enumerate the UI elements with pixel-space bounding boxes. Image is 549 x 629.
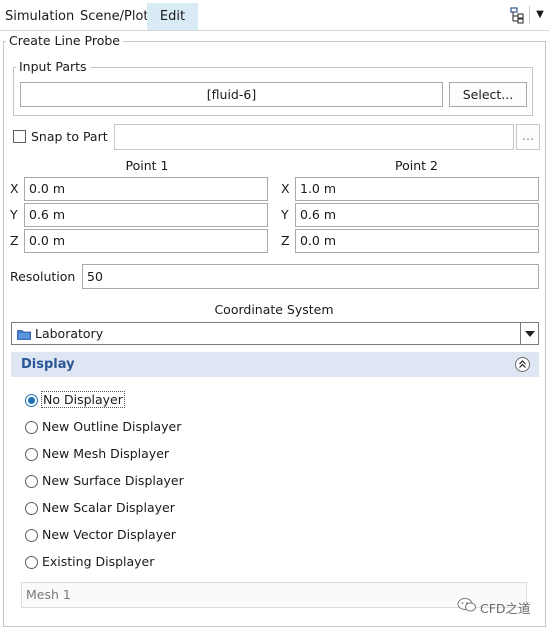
folder-icon [17, 328, 31, 340]
display-section-header[interactable]: Display [11, 352, 539, 377]
input-parts-field[interactable]: [fluid-6] [20, 82, 443, 107]
coordinate-system-label: Coordinate System [214, 302, 334, 317]
resolution-label: Resolution [10, 269, 76, 284]
radio-new-surface-displayer-label[interactable]: New Surface Displayer [42, 473, 184, 488]
point1-z-label: Z [10, 233, 19, 248]
point2-title: Point 2 [395, 158, 438, 173]
radio-new-mesh-displayer[interactable] [25, 448, 38, 461]
snap-to-part-label: Snap to Part [31, 129, 108, 144]
snap-browse-button[interactable]: ... [516, 124, 540, 150]
point2-y-field[interactable]: 0.6 m [295, 203, 539, 227]
coordinate-system-dropdown[interactable]: Laboratory [11, 322, 539, 345]
point1-z-field[interactable]: 0.0 m [24, 229, 268, 253]
point1-y-field[interactable]: 0.6 m [24, 203, 268, 227]
radio-new-scalar-displayer-label[interactable]: New Scalar Displayer [42, 500, 175, 515]
chevron-down-icon [525, 331, 535, 337]
point1-title: Point 1 [125, 158, 169, 173]
coordinate-system-dropdown-button[interactable] [520, 323, 538, 344]
radio-new-scalar-displayer[interactable] [25, 502, 38, 515]
double-chevron-up-icon[interactable] [515, 357, 530, 372]
point1-x-label: X [10, 181, 19, 196]
point2-z-label: Z [281, 233, 290, 248]
tab-bar: Simulation Scene/Plot Edit ▼ [0, 0, 549, 31]
point2-y-label: Y [281, 207, 289, 222]
point2-z-field[interactable]: 0.0 m [295, 229, 539, 253]
group-title: Create Line Probe [6, 33, 123, 48]
radio-new-vector-displayer-label[interactable]: New Vector Displayer [42, 527, 176, 542]
radio-new-outline-displayer-label[interactable]: New Outline Displayer [42, 419, 181, 434]
radio-new-outline-displayer[interactable] [25, 421, 38, 434]
input-parts-legend: Input Parts [16, 59, 90, 74]
radio-existing-displayer[interactable] [25, 556, 38, 569]
radio-no-displayer[interactable] [25, 394, 38, 407]
tab-edit[interactable]: Edit [147, 3, 198, 30]
wechat-icon [457, 597, 477, 613]
point1-y-label: Y [10, 207, 18, 222]
radio-existing-displayer-label[interactable]: Existing Displayer [42, 554, 154, 569]
toolbar-separator [529, 6, 530, 24]
resolution-field[interactable]: 50 [82, 264, 539, 289]
radio-new-surface-displayer[interactable] [25, 475, 38, 488]
point2-x-field[interactable]: 1.0 m [295, 177, 539, 201]
tab-simulation[interactable]: Simulation [0, 3, 79, 30]
radio-no-displayer-label[interactable]: No Displayer [41, 391, 125, 408]
display-section-title: Display [21, 357, 75, 372]
point2-x-label: X [281, 181, 290, 196]
select-button[interactable]: Select... [449, 82, 527, 107]
dropdown-arrow-icon[interactable]: ▼ [534, 8, 546, 22]
radio-new-vector-displayer[interactable] [25, 529, 38, 542]
tab-scene-plot[interactable]: Scene/Plot [75, 3, 154, 30]
snap-to-part-field[interactable] [114, 124, 514, 150]
existing-displayer-field: Mesh 1 [21, 582, 527, 608]
tree-hierarchy-icon[interactable] [508, 6, 526, 24]
radio-new-mesh-displayer-label[interactable]: New Mesh Displayer [42, 446, 169, 461]
snap-to-part-checkbox[interactable] [13, 130, 26, 143]
coordinate-system-value: Laboratory [35, 326, 104, 341]
watermark-text: CFD之道 [480, 601, 531, 616]
point1-x-field[interactable]: 0.0 m [24, 177, 268, 201]
